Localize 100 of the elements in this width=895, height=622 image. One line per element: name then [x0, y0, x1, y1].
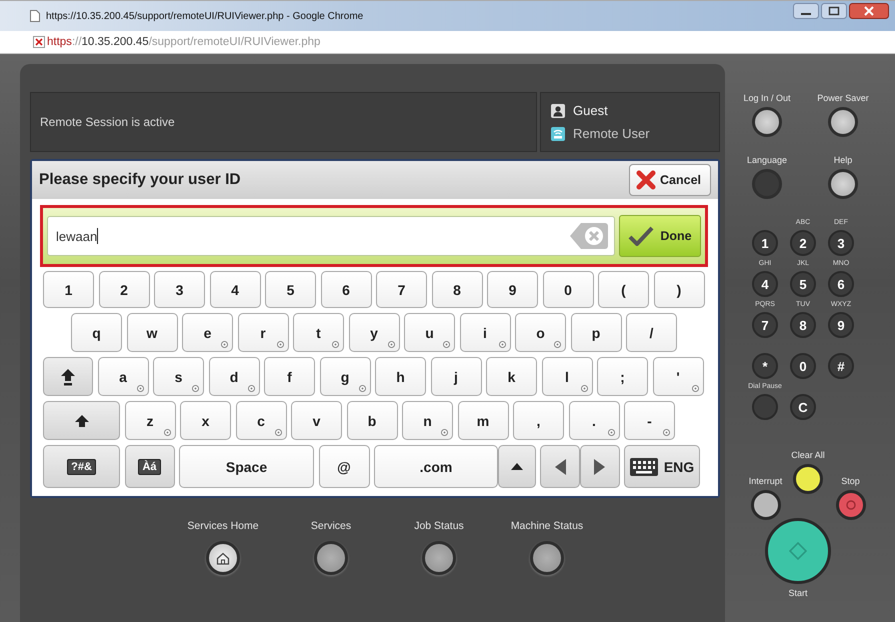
interrupt-button[interactable] [750, 490, 780, 520]
keyboard-key[interactable]: ; [597, 357, 648, 396]
user-name: Guest [573, 103, 608, 118]
keypad-button[interactable]: # [828, 353, 854, 379]
keyboard-key[interactable]: h [375, 357, 426, 396]
keyboard-key[interactable]: y [348, 313, 400, 352]
keyboard-key[interactable]: g [320, 357, 370, 396]
keyboard-key[interactable]: c [236, 401, 286, 440]
keyboard-key[interactable]: @ [318, 445, 370, 488]
keyboard-key[interactable]: - [624, 401, 675, 440]
keypad-button[interactable]: 9 [828, 312, 854, 338]
button-label: Interrupt [748, 476, 782, 486]
keyboard-key[interactable]: i [460, 313, 510, 352]
keyboard-key[interactable]: 2 [98, 271, 150, 308]
keypad-button[interactable]: 3 [828, 230, 854, 256]
keypad-button[interactable]: C [790, 394, 816, 420]
keyboard-key[interactable]: v [291, 401, 342, 440]
keyboard-key[interactable]: s [153, 357, 204, 396]
keyboard-key[interactable]: / [626, 313, 677, 352]
button-label: Help [834, 155, 852, 165]
keypad-button[interactable]: 8 [790, 312, 816, 338]
keyboard-key[interactable]: m [458, 401, 508, 440]
url-text[interactable]: https://10.35.200.45/support/remoteUI/RUIViewer.php [47, 36, 320, 48]
keyboard-key[interactable]: l [542, 357, 592, 396]
keypad-button[interactable]: 2 [790, 230, 816, 256]
accents-key[interactable]: Àá [124, 445, 174, 488]
round-button[interactable] [752, 107, 782, 137]
keyboard-key[interactable]: 3 [154, 271, 205, 308]
dialog-title: Please specify your user ID [39, 171, 241, 189]
accent-mark-icon [443, 341, 450, 348]
shift-icon [74, 414, 90, 428]
keyboard-key[interactable]: f [264, 357, 315, 396]
up-key[interactable] [498, 445, 536, 488]
keyboard-key[interactable]: 6 [320, 271, 372, 308]
round-button[interactable] [530, 541, 564, 575]
keyboard-key[interactable]: ( [598, 271, 649, 308]
button-label: Machine Status [510, 520, 584, 532]
keyboard-key[interactable]: r [238, 313, 288, 352]
input-field[interactable]: lewaan [47, 216, 615, 256]
keyboard-key[interactable]: 5 [265, 271, 316, 308]
keyboard-key[interactable]: 4 [210, 271, 260, 308]
round-button[interactable] [422, 541, 456, 575]
user-role: Remote User [573, 126, 650, 141]
keyboard-key[interactable]: 1 [43, 271, 94, 308]
keyboard-key[interactable]: 7 [376, 271, 427, 308]
keyboard-key[interactable]: w [126, 313, 178, 352]
accent-mark-icon [388, 341, 394, 348]
diamond-icon [789, 542, 807, 560]
keyboard-key[interactable]: ' [652, 357, 704, 396]
keyboard-key[interactable]: 0 [542, 271, 594, 308]
keyboard-key[interactable]: p [570, 313, 622, 352]
keypad-button[interactable]: 5 [790, 271, 816, 297]
keypad-button[interactable]: 7 [752, 312, 778, 338]
keyboard-key[interactable]: z [124, 401, 176, 440]
keypad-button[interactable]: * [752, 353, 778, 379]
keyboard-key[interactable]: u [404, 313, 455, 352]
round-button[interactable] [314, 541, 348, 575]
keyboard-key[interactable]: a [98, 357, 148, 396]
round-button[interactable] [828, 107, 858, 137]
keypad-button[interactable]: 4 [752, 271, 778, 297]
keyboard-key[interactable]: k [486, 357, 537, 396]
button-label: Services Home [187, 520, 259, 532]
keyboard-key[interactable]: 9 [487, 271, 538, 308]
keyboard-icon [630, 458, 658, 476]
keypad-button[interactable]: 1 [752, 230, 778, 256]
symbols-key[interactable]: ?#& [43, 445, 120, 488]
accent-mark-icon [692, 385, 698, 392]
keyboard-key[interactable]: b [346, 401, 398, 440]
accent-mark-icon [332, 341, 339, 348]
stop-button[interactable] [836, 490, 866, 520]
left-key[interactable] [540, 445, 580, 488]
keyboard-key[interactable]: 8 [432, 271, 482, 308]
accent-mark-icon [498, 341, 506, 348]
keypad-button[interactable]: 0 [790, 353, 816, 379]
keyboard-key[interactable]: n [402, 401, 453, 440]
shift-key[interactable] [43, 401, 120, 440]
keyboard-key[interactable]: , [513, 401, 564, 440]
caps-lock-key[interactable] [43, 357, 93, 396]
keyboard-key[interactable]: . [568, 401, 620, 440]
close-icon [849, 3, 889, 19]
language-key[interactable]: ENG [624, 445, 700, 488]
clear-all-button[interactable] [793, 464, 823, 494]
keyboard-key[interactable]: t [293, 313, 344, 352]
keyboard-key[interactable]: e [182, 313, 233, 352]
right-key[interactable] [580, 445, 620, 488]
dotcom-key[interactable]: .com [374, 445, 498, 488]
keyboard-key[interactable]: x [180, 401, 231, 440]
round-button[interactable] [828, 169, 858, 199]
keyboard-key[interactable]: d [208, 357, 260, 396]
keyboard-key[interactable]: j [430, 357, 482, 396]
done-button[interactable]: Done [619, 215, 701, 257]
keyboard-key[interactable]: ) [654, 271, 704, 308]
space-key[interactable]: Space [179, 445, 314, 488]
keypad-button[interactable]: 6 [828, 271, 854, 297]
remote-icon [551, 126, 565, 140]
keyboard-key[interactable]: q [71, 313, 122, 352]
home-button[interactable] [206, 541, 240, 575]
cancel-button[interactable]: Cancel [629, 164, 711, 196]
button-label: Language [746, 155, 788, 165]
keyboard-key[interactable]: o [515, 313, 566, 352]
